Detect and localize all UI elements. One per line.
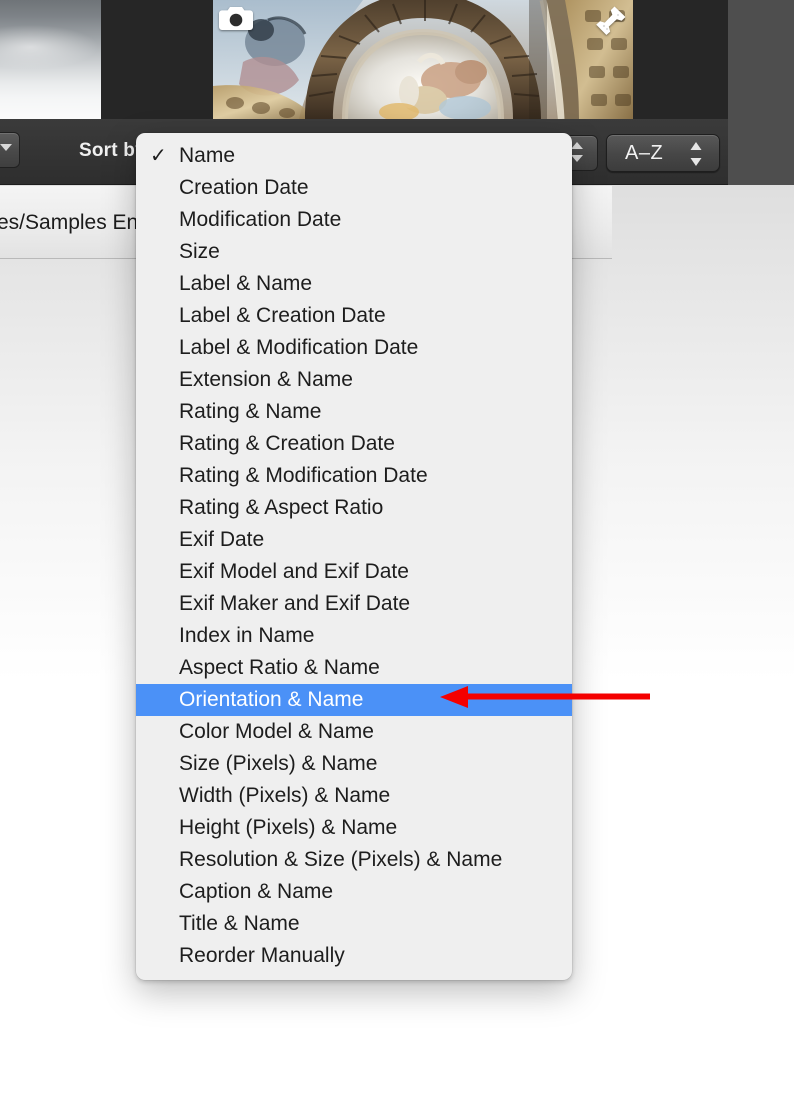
menu-item[interactable]: Size (136, 236, 572, 268)
menu-item[interactable]: Size (Pixels) & Name (136, 748, 572, 780)
menu-item-label: Label & Modification Date (179, 336, 419, 359)
menu-item-label: Size (179, 240, 220, 263)
menu-item-label: Exif Maker and Exif Date (179, 592, 411, 615)
screen-root: Sort by A–Z es/Samples En ✓ Name Creation … (0, 0, 794, 1098)
pin-icon[interactable] (595, 5, 627, 35)
menu-item-label: Rating & Aspect Ratio (179, 496, 384, 519)
menu-item-label: Name (179, 144, 236, 167)
menu-item[interactable]: Rating & Name (136, 396, 572, 428)
arrow-down-icon (571, 155, 583, 162)
menu-item-label: Caption & Name (179, 880, 334, 903)
menu-item[interactable]: Height (Pixels) & Name (136, 812, 572, 844)
menu-item[interactable]: Exif Maker and Exif Date (136, 588, 572, 620)
menu-item-label: Exif Date (179, 528, 265, 551)
arrow-up-icon (571, 142, 583, 149)
menu-item[interactable]: Label & Creation Date (136, 300, 572, 332)
menu-item-label: Aspect Ratio & Name (179, 656, 380, 679)
media-strip (0, 0, 794, 119)
strip-gap-left (101, 0, 213, 119)
menu-item-label: Height (Pixels) & Name (179, 816, 398, 839)
menu-item[interactable]: Aspect Ratio & Name (136, 652, 572, 684)
menu-item-label: Modification Date (179, 208, 342, 231)
sort-order-popup-button[interactable]: A–Z (606, 134, 720, 172)
up-down-arrows-icon (690, 142, 702, 166)
menu-item[interactable]: Rating & Creation Date (136, 428, 572, 460)
menu-item-label: Exif Model and Exif Date (179, 560, 409, 583)
menu-item-label: Rating & Modification Date (179, 464, 428, 487)
chevron-down-icon (0, 144, 12, 151)
menu-item-label: Resolution & Size (Pixels) & Name (179, 848, 503, 871)
fresco-artwork (213, 0, 633, 119)
menu-item-label: Color Model & Name (179, 720, 374, 743)
sort-by-dropdown-menu[interactable]: ✓ Name Creation Date Modification Date Size L… (136, 133, 572, 980)
toolbar-outer-right-fill (728, 119, 794, 185)
strip-outer-right-fill (728, 0, 794, 119)
menu-item-label: Extension & Name (179, 368, 353, 391)
menu-item-label: Size (Pixels) & Name (179, 752, 378, 775)
menu-item[interactable]: Title & Name (136, 908, 572, 940)
camera-icon[interactable] (219, 5, 253, 31)
menu-item[interactable]: Exif Date (136, 524, 572, 556)
menu-item[interactable]: Label & Modification Date (136, 332, 572, 364)
menu-item-label: Width (Pixels) & Name (179, 784, 391, 807)
menu-item-label: Rating & Name (179, 400, 322, 423)
menu-item[interactable]: Extension & Name (136, 364, 572, 396)
strip-gap-right (633, 0, 728, 119)
menu-item[interactable]: Rating & Modification Date (136, 460, 572, 492)
menu-item[interactable]: ✓ Name (136, 140, 572, 172)
menu-item[interactable]: Rating & Aspect Ratio (136, 492, 572, 524)
sort-direction-button-left[interactable] (0, 132, 20, 168)
menu-item[interactable]: Index in Name (136, 620, 572, 652)
menu-item[interactable]: Exif Model and Exif Date (136, 556, 572, 588)
menu-item[interactable]: Modification Date (136, 204, 572, 236)
menu-item[interactable]: Resolution & Size (Pixels) & Name (136, 844, 572, 876)
menu-item-label: Rating & Creation Date (179, 432, 395, 455)
menu-item-label: Label & Name (179, 272, 313, 295)
menu-item[interactable]: Color Model & Name (136, 716, 572, 748)
menu-item[interactable]: Reorder Manually (136, 940, 572, 972)
menu-item-label: Orientation & Name (179, 688, 364, 711)
menu-item-label: Creation Date (179, 176, 309, 199)
sky-clouds-thumbnail[interactable] (0, 0, 101, 119)
menu-item[interactable]: Label & Name (136, 268, 572, 300)
menu-item-label: Index in Name (179, 624, 315, 647)
menu-item[interactable]: Orientation & Name (136, 684, 572, 716)
menu-item[interactable]: Width (Pixels) & Name (136, 780, 572, 812)
checkmark-icon: ✓ (150, 145, 167, 167)
menu-item[interactable]: Creation Date (136, 172, 572, 204)
sort-order-value: A–Z (625, 142, 664, 164)
menu-item[interactable]: Caption & Name (136, 876, 572, 908)
menu-item-label: Label & Creation Date (179, 304, 386, 327)
menu-item-label: Title & Name (179, 912, 300, 935)
path-text[interactable]: es/Samples En (0, 211, 138, 235)
fresco-ceiling-thumbnail[interactable] (213, 0, 633, 119)
menu-item-label: Reorder Manually (179, 944, 345, 967)
